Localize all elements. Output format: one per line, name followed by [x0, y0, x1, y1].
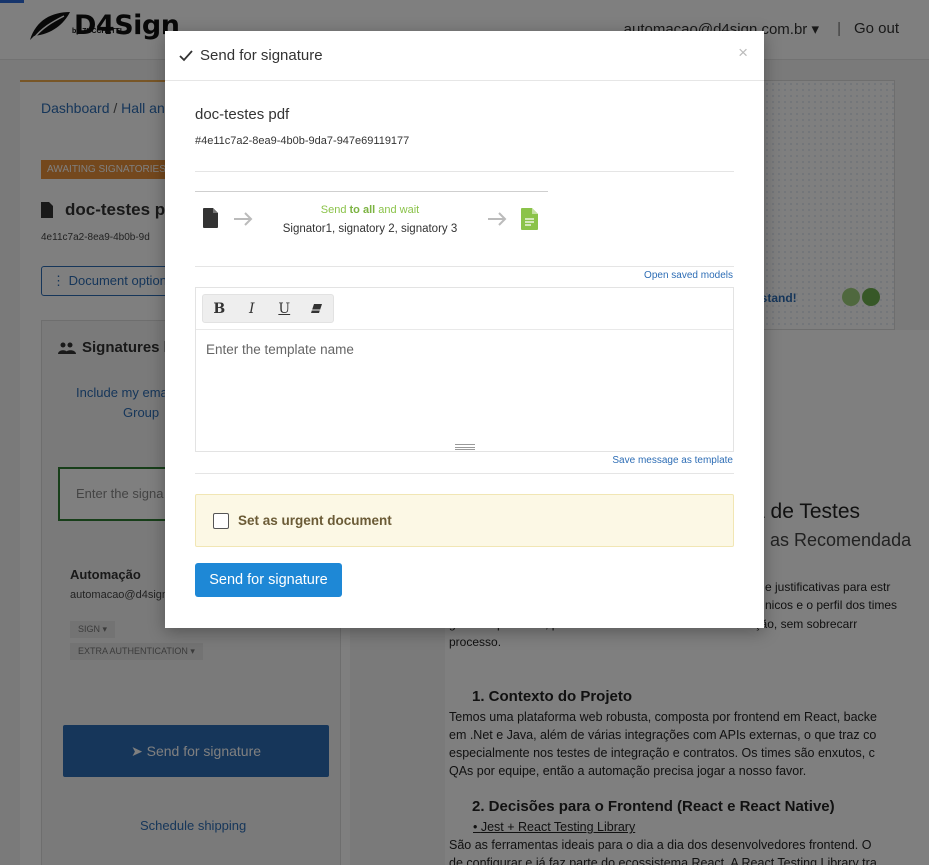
divider	[195, 171, 734, 172]
modal-title-text: Send for signature	[200, 47, 323, 64]
editor-placeholder[interactable]: Enter the template name	[206, 342, 354, 357]
send-for-signature-modal: Send for signature × doc-testes pdf #4e1…	[165, 31, 764, 628]
urgent-checkbox[interactable]	[213, 513, 229, 529]
flow-send-prefix: Send	[320, 204, 350, 216]
message-editor[interactable]: B I U Enter the template name	[195, 287, 734, 452]
flow-send-bold: to all	[349, 204, 376, 216]
modal-header: Send for signature ×	[165, 31, 764, 81]
underline-button[interactable]: U	[268, 295, 301, 322]
save-message-as-template-link[interactable]: Save message as template	[612, 455, 733, 466]
bold-button[interactable]: B	[203, 295, 236, 322]
italic-button[interactable]: I	[236, 295, 269, 322]
document-icon	[203, 208, 218, 228]
signing-flow: Send to all and wait Signator1, signator…	[195, 191, 548, 267]
open-saved-models-link[interactable]: Open saved models	[644, 270, 733, 281]
flow-send-text: Send to all and wait	[235, 204, 505, 216]
urgent-label[interactable]: Set as urgent document	[238, 513, 392, 528]
flow-signers: Signator1, signatory 2, signatory 3	[282, 223, 458, 235]
divider	[195, 473, 734, 474]
flow-send-suffix: and wait	[375, 204, 420, 216]
close-icon[interactable]: ×	[738, 43, 748, 63]
signed-document-icon	[521, 208, 538, 230]
resize-handle-icon[interactable]	[455, 444, 475, 450]
urgent-option-box: Set as urgent document	[195, 494, 734, 547]
modal-title: Send for signature	[179, 47, 323, 64]
format-button-group: B I U	[202, 294, 334, 323]
divider	[195, 266, 734, 267]
arrow-right-icon	[488, 212, 507, 226]
send-for-signature-button[interactable]: Send for signature	[195, 563, 342, 597]
check-icon	[179, 49, 193, 61]
document-name: doc-testes pdf	[195, 106, 290, 123]
eraser-button[interactable]	[301, 295, 334, 322]
document-id: #4e11c7a2-8ea9-4b0b-9da7-947e69119177	[195, 135, 410, 147]
editor-toolbar: B I U	[196, 288, 733, 330]
eraser-icon	[311, 304, 323, 313]
